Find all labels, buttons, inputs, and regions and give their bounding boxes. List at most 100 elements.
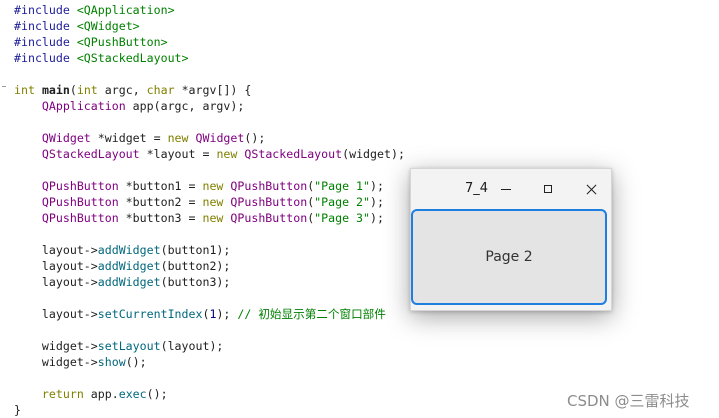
code-token: *argv[]) { — [174, 83, 252, 97]
code-token: QPushButton — [230, 179, 308, 193]
code-line: #include <QStackedLayout> — [14, 50, 189, 66]
code-line: widget->show(); — [14, 354, 147, 370]
code-token: (button2); — [160, 259, 231, 273]
code-token: ); — [370, 195, 384, 209]
code-line: #include <QPushButton> — [14, 34, 168, 50]
code-token: QWidget — [41, 131, 91, 145]
window-title: 7_4 — [465, 181, 489, 196]
code-token: layout-> — [14, 307, 98, 321]
maximize-icon — [544, 185, 552, 193]
code-token: addWidget — [97, 275, 161, 289]
code-token: QStackedLayout — [41, 147, 140, 161]
code-token: new — [216, 147, 238, 161]
window-title-bar[interactable]: 7_4 — [411, 169, 611, 209]
minimize-button[interactable] — [493, 177, 519, 201]
qt-app-window: 7_4 Page 2 — [410, 168, 612, 311]
code-token: QPushButton — [41, 211, 119, 225]
page-2-button[interactable]: Page 2 — [411, 209, 607, 305]
code-token: (layout); — [160, 339, 224, 353]
code-token: int — [76, 83, 98, 97]
code-token: widget-> — [14, 355, 98, 369]
code-token: ); — [370, 179, 384, 193]
code-token: QPushButton — [230, 195, 308, 209]
maximize-button[interactable] — [535, 177, 561, 201]
code-token: #include — [14, 19, 70, 33]
code-token: show — [97, 355, 126, 369]
code-token: <QPushButton> — [76, 35, 168, 49]
code-token: <QApplication> — [76, 3, 175, 17]
code-token: widget-> — [14, 339, 98, 353]
fold-marker-icon[interactable] — [2, 86, 6, 87]
code-line: QPushButton *button1 = new QPushButton("… — [14, 178, 384, 194]
code-token: QStackedLayout — [244, 147, 343, 161]
code-line: layout->addWidget(button2); — [14, 258, 231, 274]
code-token: QPushButton — [41, 179, 119, 193]
code-line: return app.exec(); — [14, 386, 168, 402]
code-token: layout-> — [14, 275, 98, 289]
code-token: #include — [14, 35, 70, 49]
code-token: addWidget — [97, 243, 161, 257]
code-token: QPushButton — [230, 211, 308, 225]
code-line: QApplication app(argc, argv); — [14, 98, 244, 114]
code-token: *widget = — [90, 131, 168, 145]
watermark-text: CSDN @三雷科技 — [567, 392, 690, 410]
code-token: return — [41, 387, 84, 401]
code-token: exec — [118, 387, 147, 401]
code-token: argc, — [97, 83, 147, 97]
code-token: main — [41, 83, 70, 97]
code-line: layout->setCurrentIndex(1); // 初始显示第二个窗口… — [14, 306, 386, 322]
code-line: } — [14, 402, 21, 418]
code-token: (button1); — [160, 243, 231, 257]
code-line: QStackedLayout *layout = new QStackedLay… — [14, 146, 405, 162]
code-token: new — [202, 179, 224, 193]
code-token: setCurrentIndex — [97, 307, 203, 321]
code-token: ( — [69, 83, 77, 97]
code-token: QPushButton — [41, 195, 119, 209]
code-token: "Page 3" — [314, 211, 371, 225]
code-line: #include <QWidget> — [14, 18, 140, 34]
code-token: *button1 = — [118, 179, 203, 193]
code-token: setLayout — [97, 339, 161, 353]
code-line: QPushButton *button3 = new QPushButton("… — [14, 210, 384, 226]
minimize-icon — [501, 188, 511, 190]
code-token: (); — [125, 355, 147, 369]
code-token: <QStackedLayout> — [76, 51, 189, 65]
code-token: *button2 = — [118, 195, 203, 209]
code-token: layout-> — [14, 259, 98, 273]
code-token: } — [14, 403, 21, 417]
code-line: int main(int argc, char *argv[]) { — [14, 82, 251, 98]
code-line: layout->addWidget(button1); — [14, 242, 231, 258]
code-token: new — [202, 211, 224, 225]
code-token: new — [167, 131, 189, 145]
code-token: "Page 2" — [314, 195, 371, 209]
code-token: (button3); — [160, 275, 231, 289]
code-token: (widget); — [342, 147, 405, 161]
code-line: widget->setLayout(layout); — [14, 338, 224, 354]
code-token: "Page 1" — [314, 179, 371, 193]
code-line: QWidget *widget = new QWidget(); — [14, 130, 265, 146]
code-token: // 初始显示第二个窗口部件 — [237, 307, 386, 321]
code-token: char — [146, 83, 175, 97]
code-token: *button3 = — [118, 211, 203, 225]
code-token: <QWidget> — [76, 19, 140, 33]
code-token: app(argc, argv); — [125, 99, 245, 113]
code-token: int — [14, 83, 35, 97]
code-line: QPushButton *button2 = new QPushButton("… — [14, 194, 384, 210]
close-button[interactable] — [578, 177, 604, 201]
code-token: QWidget — [195, 131, 245, 145]
code-line: layout->addWidget(button3); — [14, 274, 231, 290]
code-token: layout-> — [14, 243, 98, 257]
code-token: #include — [14, 3, 70, 17]
code-token: ); — [370, 211, 384, 225]
code-token: *layout = — [139, 147, 217, 161]
